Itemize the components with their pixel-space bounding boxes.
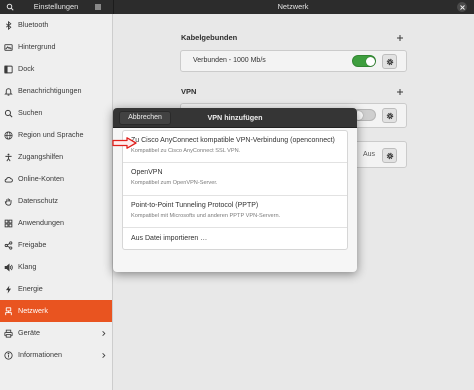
option-title: Zu Cisco AnyConnect kompatible VPN-Verbi… bbox=[131, 137, 335, 144]
add-wired-button[interactable] bbox=[396, 34, 404, 42]
sidebar-item-online-accounts[interactable]: Online-Konten bbox=[0, 168, 112, 190]
vpn-option-openvpn[interactable]: OpenVPN Kompatibel zum OpenVPN-Server. bbox=[123, 162, 347, 195]
wired-status: Verbunden - 1000 Mb/s bbox=[193, 57, 266, 64]
notifications-icon bbox=[4, 87, 13, 96]
add-vpn-button[interactable] bbox=[396, 88, 404, 96]
sidebar-item-notifications[interactable]: Benachrichtigungen bbox=[0, 80, 112, 102]
menu-icon[interactable] bbox=[94, 3, 102, 11]
title-bar: Einstellungen Netzwerk bbox=[0, 0, 474, 14]
sidebar-item-label: Anwendungen bbox=[18, 218, 64, 227]
sidebar-item-label: Geräte bbox=[18, 328, 40, 337]
sidebar-item-background[interactable]: Hintergrund bbox=[0, 36, 112, 58]
sidebar-item-label: Klang bbox=[18, 262, 37, 271]
proxy-status: Aus bbox=[363, 151, 376, 158]
dialog-header: Abbrechen VPN hinzufügen bbox=[113, 108, 357, 128]
close-icon bbox=[459, 4, 465, 10]
accessibility-icon bbox=[5, 153, 12, 161]
sidebar-item-label: Suchen bbox=[18, 108, 43, 117]
sidebar-item-dock[interactable]: Dock bbox=[0, 58, 112, 80]
sidebar-item-label: Region und Sprache bbox=[18, 130, 84, 139]
sidebar-item-network[interactable]: Netzwerk bbox=[0, 300, 112, 322]
sound-icon bbox=[4, 262, 13, 272]
option-subtitle: Kompatibel zu Cisco AnyConnect SSL VPN. bbox=[131, 148, 241, 154]
power-icon bbox=[5, 285, 12, 293]
background-icon bbox=[4, 43, 13, 51]
vpn-heading: VPN bbox=[181, 87, 197, 96]
chevron-right-icon bbox=[102, 330, 106, 336]
titlebar-divider bbox=[113, 0, 114, 14]
sidebar-item-label: Dock bbox=[18, 64, 35, 73]
applications-icon bbox=[4, 219, 13, 227]
sharing-icon bbox=[4, 240, 13, 250]
sidebar-item-sharing[interactable]: Freigabe bbox=[0, 234, 112, 256]
vpn-settings-button[interactable] bbox=[382, 108, 397, 123]
sidebar-item-label: Online-Konten bbox=[18, 174, 64, 183]
sidebar-item-label: Netzwerk bbox=[18, 306, 48, 315]
gear-icon bbox=[386, 112, 393, 119]
sidebar-item-power[interactable]: Energie bbox=[0, 278, 112, 300]
vpn-option-pptp[interactable]: Point-to-Point Tunneling Protocol (PPTP)… bbox=[123, 195, 347, 227]
sidebar-item-label: Bluetooth bbox=[18, 20, 49, 29]
online-accounts-icon bbox=[4, 176, 13, 182]
option-subtitle: Kompatibel mit Microsofts und anderen PP… bbox=[131, 213, 281, 219]
cancel-button[interactable]: Abbrechen bbox=[119, 111, 171, 125]
sidebar-item-bluetooth[interactable]: Bluetooth bbox=[0, 14, 112, 36]
privacy-icon bbox=[4, 197, 12, 206]
sidebar-item-info[interactable]: Informationen bbox=[0, 344, 112, 366]
add-vpn-dialog: Abbrechen VPN hinzufügen Zu Cisco AnyCon… bbox=[113, 108, 357, 272]
sidebar-item-label: Benachrichtigungen bbox=[18, 86, 82, 95]
sidebar-item-region[interactable]: Region und Sprache bbox=[0, 124, 112, 146]
vpn-type-list: Zu Cisco AnyConnect kompatible VPN-Verbi… bbox=[122, 130, 348, 250]
sidebar-item-sound[interactable]: Klang bbox=[0, 256, 112, 278]
vpn-option-openconnect[interactable]: Zu Cisco AnyConnect kompatible VPN-Verbi… bbox=[123, 131, 347, 162]
sidebar-item-label: Hintergrund bbox=[18, 42, 56, 51]
gear-icon bbox=[386, 152, 393, 159]
switch-knob bbox=[365, 56, 375, 66]
option-subtitle: Kompatibel zum OpenVPN-Server. bbox=[131, 180, 218, 186]
sidebar-item-accessibility[interactable]: Zugangshilfen bbox=[0, 146, 112, 168]
sidebar-item-label: Freigabe bbox=[18, 240, 47, 249]
sidebar-item-label: Informationen bbox=[18, 350, 62, 359]
sidebar: Bluetooth Hintergrund Dock Benachrichtig… bbox=[0, 14, 113, 390]
dock-icon bbox=[4, 65, 13, 73]
gear-icon bbox=[386, 58, 393, 65]
panel-title: Netzwerk bbox=[277, 2, 309, 11]
sidebar-item-label: Zugangshilfen bbox=[18, 152, 64, 161]
option-title: Point-to-Point Tunneling Protocol (PPTP) bbox=[131, 202, 259, 209]
sidebar-item-devices[interactable]: Geräte bbox=[0, 322, 112, 344]
wired-settings-button[interactable] bbox=[382, 54, 397, 69]
proxy-settings-button[interactable] bbox=[382, 148, 397, 163]
region-icon bbox=[4, 130, 13, 140]
devices-icon bbox=[4, 329, 13, 338]
vpn-option-import-file[interactable]: Aus Datei importieren … bbox=[123, 227, 347, 249]
annotation-arrow-icon bbox=[112, 137, 137, 149]
dialog-title: VPN hinzufügen bbox=[207, 113, 263, 122]
sidebar-title: Einstellungen bbox=[33, 2, 79, 11]
search-icon bbox=[4, 109, 13, 118]
sidebar-item-label: Energie bbox=[18, 284, 43, 293]
option-title: OpenVPN bbox=[131, 169, 163, 176]
add-icon bbox=[397, 35, 403, 41]
bluetooth-icon bbox=[5, 20, 12, 30]
network-icon bbox=[5, 306, 12, 315]
option-title: Aus Datei importieren … bbox=[131, 235, 208, 242]
sidebar-item-privacy[interactable]: Datenschutz bbox=[0, 190, 112, 212]
wired-switch[interactable] bbox=[352, 55, 376, 67]
sidebar-item-applications[interactable]: Anwendungen bbox=[0, 212, 112, 234]
info-icon bbox=[4, 350, 13, 360]
wired-heading: Kabelgebunden bbox=[181, 33, 238, 42]
sidebar-item-search[interactable]: Suchen bbox=[0, 102, 112, 124]
close-button[interactable] bbox=[457, 2, 467, 12]
add-icon bbox=[397, 89, 403, 95]
chevron-right-icon bbox=[102, 352, 106, 358]
search-icon[interactable] bbox=[6, 3, 14, 11]
sidebar-item-label: Datenschutz bbox=[18, 196, 58, 205]
